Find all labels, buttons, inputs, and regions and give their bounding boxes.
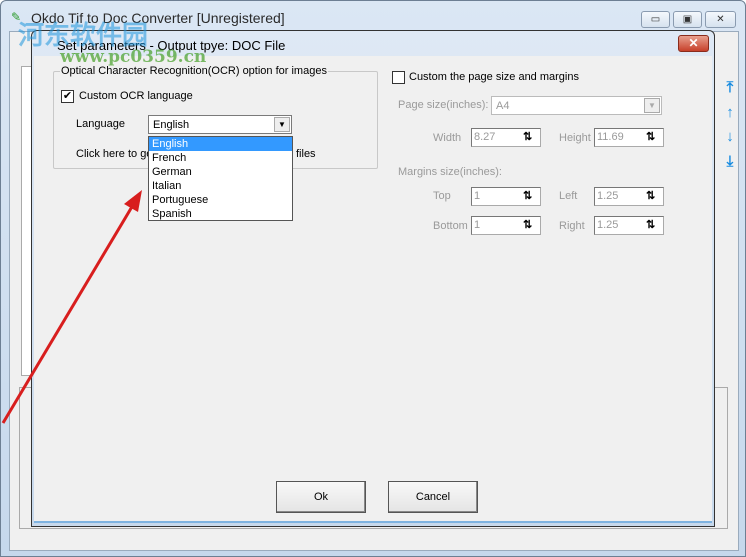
annotation-arrow <box>1 190 142 424</box>
watermark-url: www.pc0359.cn <box>60 47 207 67</box>
